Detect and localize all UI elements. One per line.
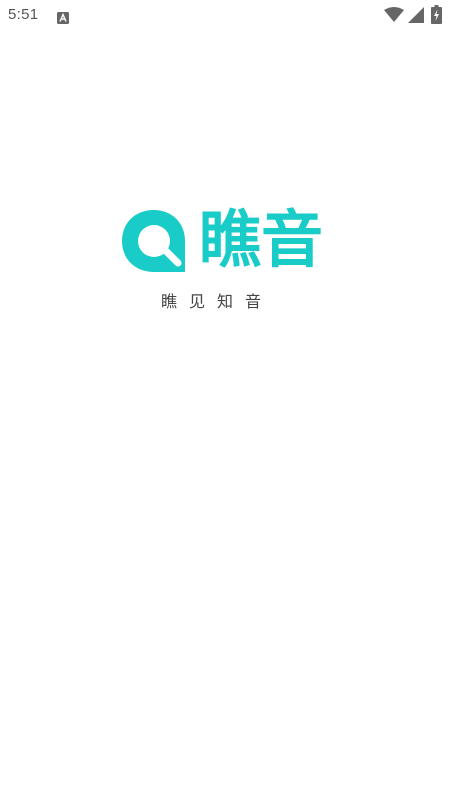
chat-bubble-q-logo-icon bbox=[119, 207, 189, 275]
splash-content: 瞧音 瞧见知音 bbox=[0, 0, 450, 800]
splash-screen: 5:51 瞧音 瞧见知音 bbox=[0, 0, 450, 800]
app-name: 瞧音 bbox=[199, 203, 324, 276]
app-slogan: 瞧见知音 bbox=[161, 292, 274, 311]
